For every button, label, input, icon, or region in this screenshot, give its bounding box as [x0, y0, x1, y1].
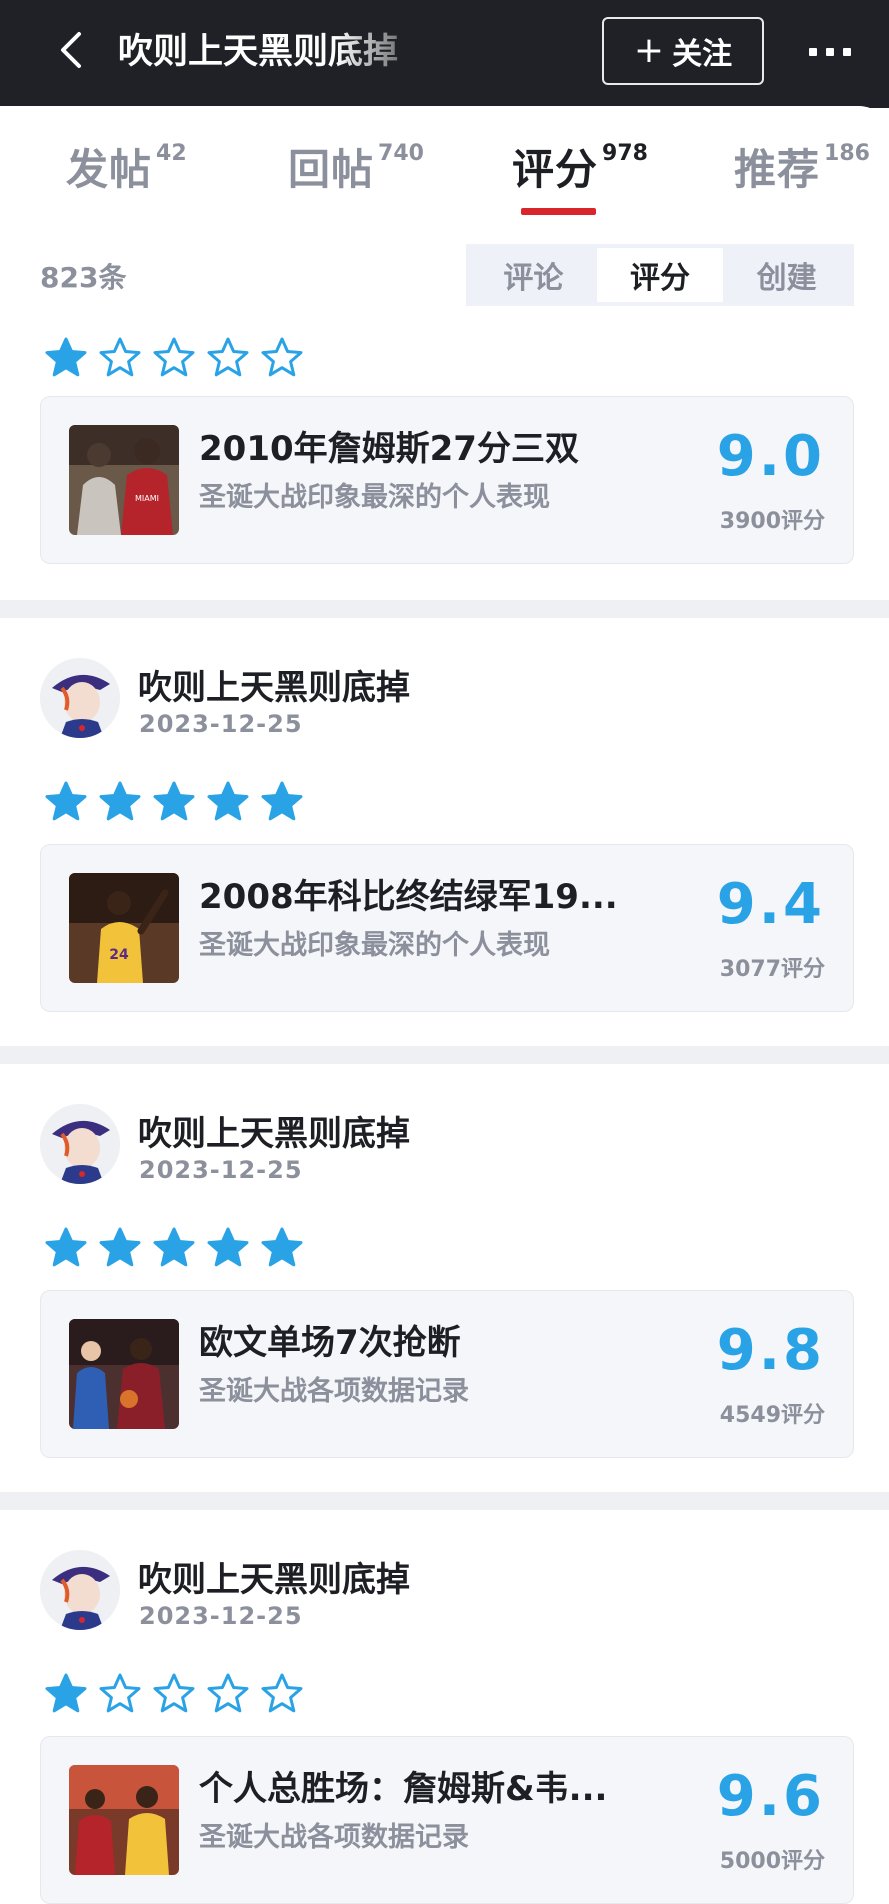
- star-filled-icon: [153, 1227, 195, 1267]
- follow-label: 关注: [672, 37, 733, 72]
- filter-row: 823条 评论 评分 创建: [0, 244, 889, 306]
- tab-label: 发帖: [66, 145, 153, 194]
- star-outline-icon: [99, 337, 141, 377]
- follow-button[interactable]: + 关注: [602, 17, 764, 85]
- back-button[interactable]: [48, 26, 96, 74]
- avatar[interactable]: [40, 1550, 120, 1630]
- tab-replies[interactable]: 回帖 740: [288, 136, 424, 196]
- page-title: 吹则上天黑则底掉: [118, 32, 399, 72]
- post-author: 吹则上天黑则底掉 2023-12-25: [40, 1550, 640, 1630]
- rating-post: 吹则上天黑则底掉 2023-12-25 个人总胜场：詹姆斯&韦... 圣诞大战各…: [0, 1550, 889, 1904]
- segment-created[interactable]: 创建: [723, 248, 850, 302]
- avatar[interactable]: [40, 1104, 120, 1184]
- rating-count: 3077评分: [719, 957, 825, 982]
- tab-count: 740: [378, 141, 424, 166]
- score-value: 9.0: [716, 424, 825, 489]
- star-outline-icon: [207, 1673, 249, 1713]
- more-dot: [826, 48, 834, 56]
- top-bar: 吹则上天黑则底掉 + 关注: [0, 0, 889, 108]
- star-outline-icon: [261, 337, 303, 377]
- star-filled-icon: [207, 781, 249, 821]
- card-subtitle: 圣诞大战各项数据记录: [199, 1822, 469, 1853]
- rating-count: 3900评分: [719, 509, 825, 534]
- thumbnail-image: 24: [69, 873, 179, 983]
- rated-item-card[interactable]: 欧文单场7次抢断 圣诞大战各项数据记录 9.8 4549评分: [40, 1290, 854, 1458]
- thumbnail-image: MIAMI: [69, 425, 179, 535]
- total-count: 823条: [40, 261, 127, 294]
- post-date: 2023-12-25: [139, 1602, 303, 1630]
- post-author: 吹则上天黑则底掉 2023-12-25: [40, 1104, 640, 1184]
- rating-post: 吹则上天黑则底掉 2023-12-25 欧文单场7次抢断 圣诞大战各项数据记录 …: [0, 1104, 889, 1534]
- rated-item-card[interactable]: MIAMI 2010年詹姆斯27分三双 圣诞大战印象最深的个人表现 9.0 39…: [40, 396, 854, 564]
- star-filled-icon: [261, 1227, 303, 1267]
- card-title: 欧文单场7次抢断: [199, 1323, 461, 1363]
- rated-item-card[interactable]: 24 2008年科比终结绿军19... 圣诞大战印象最深的个人表现 9.4 30…: [40, 844, 854, 1012]
- content-sheet: 发帖42 回帖740 评分978 推荐186 823条 评论 评分 创建: [0, 106, 889, 1904]
- segment-control: 评论 评分 创建: [466, 244, 854, 306]
- post-date: 2023-12-25: [139, 710, 303, 738]
- tab-recommend[interactable]: 推荐 186: [734, 136, 870, 196]
- star-filled-icon: [45, 337, 87, 377]
- star-rating: [44, 1672, 304, 1716]
- star-filled-icon: [153, 781, 195, 821]
- plus-icon: +: [633, 30, 665, 71]
- more-button[interactable]: [798, 30, 862, 74]
- star-filled-icon: [261, 781, 303, 821]
- star-outline-icon: [207, 337, 249, 377]
- star-rating: [44, 780, 304, 824]
- card-subtitle: 圣诞大战印象最深的个人表现: [199, 482, 550, 513]
- star-outline-icon: [261, 1673, 303, 1713]
- tab-count: 42: [156, 141, 187, 166]
- tab-ratings[interactable]: 评分 978: [512, 136, 648, 196]
- tab-label: 回帖: [288, 145, 375, 194]
- star-rating: [44, 1226, 304, 1270]
- section-divider: [0, 1492, 889, 1510]
- card-subtitle: 圣诞大战印象最深的个人表现: [199, 930, 550, 961]
- star-filled-icon: [45, 1673, 87, 1713]
- star-outline-icon: [153, 337, 195, 377]
- rating-post: 吹则上天黑则底掉 2023-12-25 24 2008年科比终结绿军19... …: [0, 658, 889, 1088]
- section-divider: [0, 600, 889, 618]
- profile-tabs: 发帖 42 回帖 740 评分 978 推荐 186: [0, 106, 889, 216]
- post-author: 吹则上天黑则底掉 2023-12-25: [40, 658, 640, 738]
- star-outline-icon: [153, 1673, 195, 1713]
- rating-count: 4549评分: [719, 1403, 825, 1428]
- score-value: 9.4: [716, 872, 825, 937]
- tab-count: 978: [602, 141, 648, 166]
- star-filled-icon: [45, 1227, 87, 1267]
- segment-ratings[interactable]: 评分: [596, 248, 724, 302]
- more-dot: [843, 48, 851, 56]
- star-filled-icon: [207, 1227, 249, 1267]
- star-filled-icon: [45, 781, 87, 821]
- star-outline-icon: [99, 1673, 141, 1713]
- more-dot: [809, 48, 817, 56]
- star-rating: [44, 336, 304, 380]
- tab-label: 评分: [512, 145, 599, 194]
- rated-item-card[interactable]: 个人总胜场：詹姆斯&韦... 圣诞大战各项数据记录 9.6 5000评分: [40, 1736, 854, 1904]
- card-title: 2008年科比终结绿军19...: [199, 877, 618, 917]
- svg-text:24: 24: [109, 947, 129, 963]
- username[interactable]: 吹则上天黑则底掉: [138, 1106, 410, 1155]
- card-subtitle: 圣诞大战各项数据记录: [199, 1376, 469, 1407]
- back-chevron-icon: [61, 32, 81, 68]
- active-tab-indicator: [521, 208, 596, 215]
- score-value: 9.6: [716, 1764, 825, 1829]
- star-filled-icon: [99, 1227, 141, 1267]
- tab-label: 推荐: [734, 145, 821, 194]
- svg-text:MIAMI: MIAMI: [135, 494, 159, 503]
- tab-count: 186: [824, 141, 870, 166]
- thumbnail-image: [69, 1765, 179, 1875]
- avatar[interactable]: [40, 658, 120, 738]
- segment-comments[interactable]: 评论: [470, 248, 597, 302]
- username[interactable]: 吹则上天黑则底掉: [138, 660, 410, 709]
- star-filled-icon: [99, 781, 141, 821]
- post-date: 2023-12-25: [139, 1156, 303, 1184]
- score-value: 9.8: [716, 1318, 825, 1383]
- username[interactable]: 吹则上天黑则底掉: [138, 1552, 410, 1601]
- section-divider: [0, 1046, 889, 1064]
- tab-posts[interactable]: 发帖 42: [66, 136, 187, 196]
- card-title: 2010年詹姆斯27分三双: [199, 429, 579, 469]
- thumbnail-image: [69, 1319, 179, 1429]
- card-title: 个人总胜场：詹姆斯&韦...: [199, 1769, 608, 1809]
